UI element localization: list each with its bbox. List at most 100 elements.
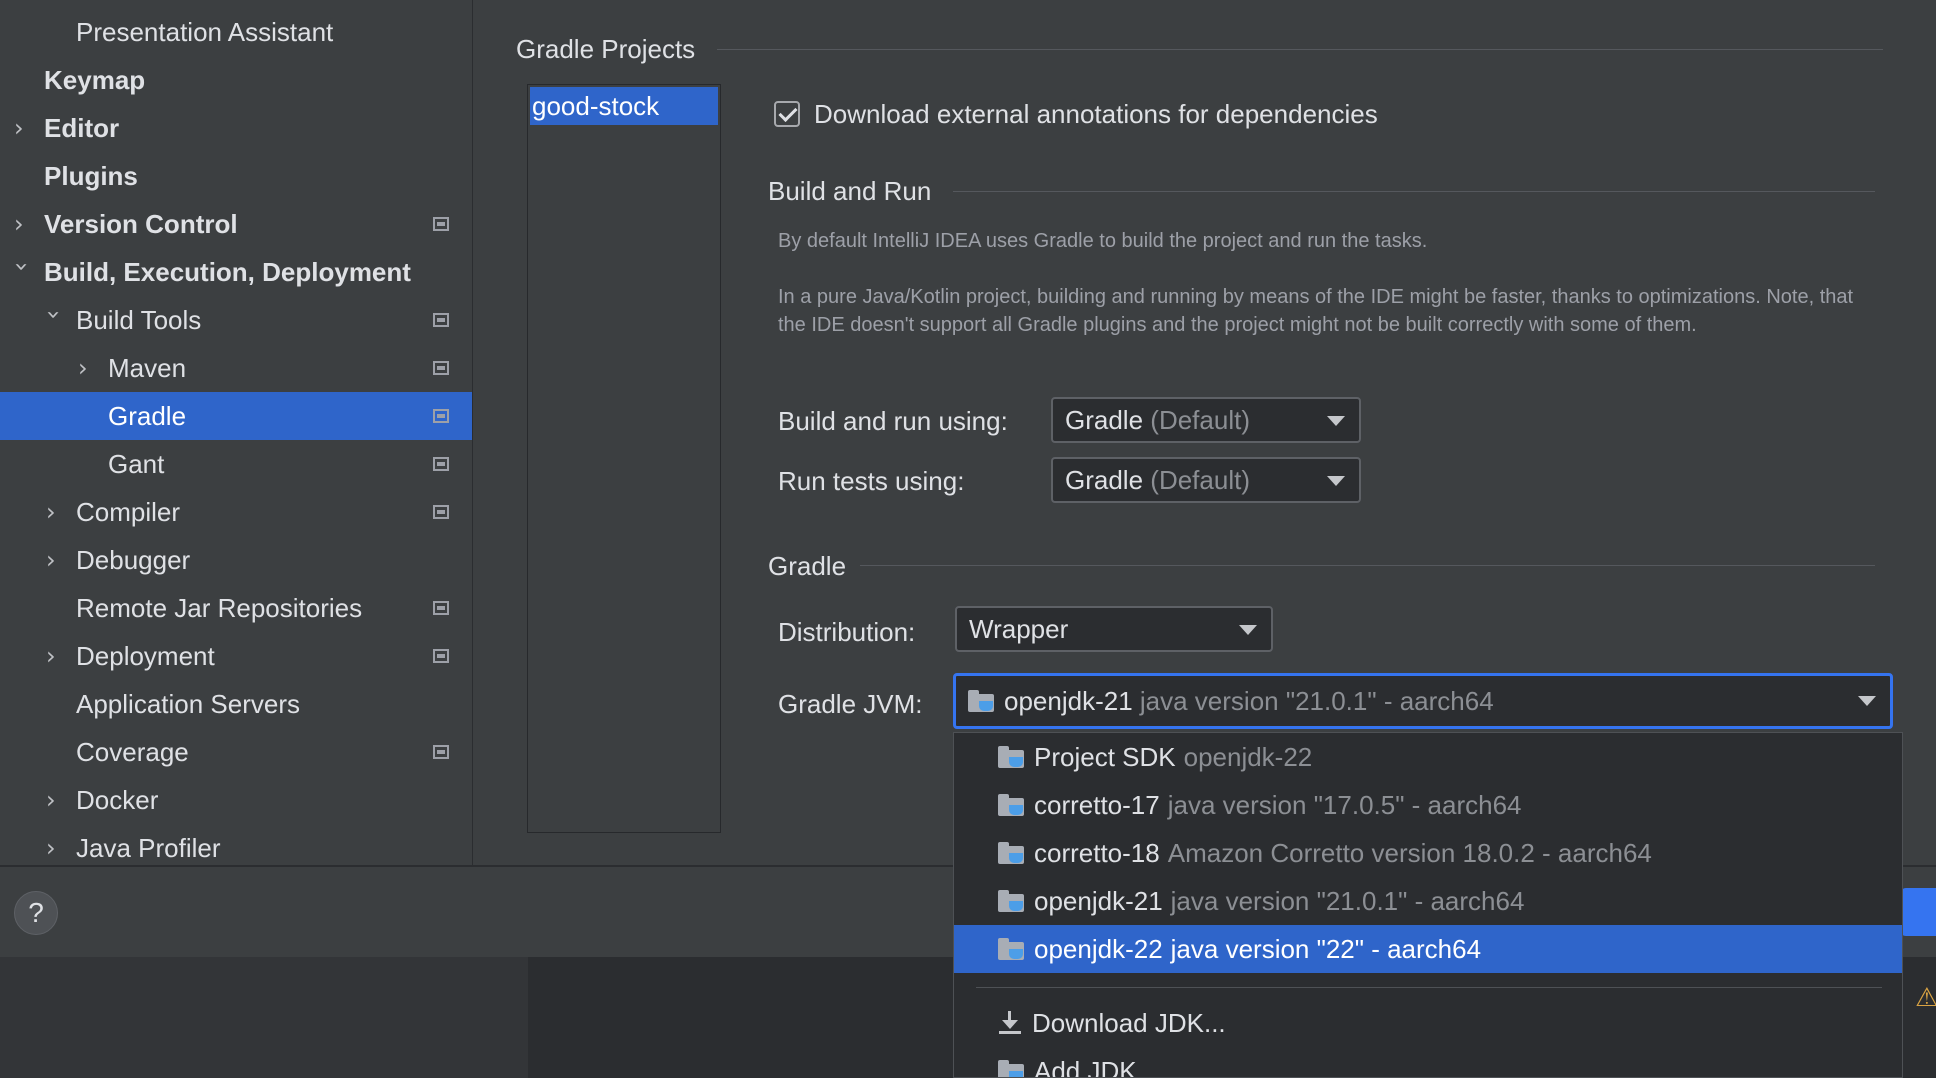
jvm-option-name: corretto-18 bbox=[1034, 837, 1160, 868]
jvm-option-corretto-17[interactable]: corretto-17 java version "17.0.5" - aarch… bbox=[954, 781, 1902, 829]
run-tests-using-suffix: (Default) bbox=[1150, 464, 1250, 495]
sidebar-item-label: Application Servers bbox=[76, 688, 300, 719]
jvm-option-detail: java version "21.0.1" - aarch64 bbox=[1170, 885, 1525, 916]
sidebar-item-label: Java Profiler bbox=[76, 832, 221, 863]
add-jdk-label: Add JDK... bbox=[1034, 1055, 1159, 1078]
project-scope-icon bbox=[433, 505, 449, 519]
chevron-down-icon[interactable]: › bbox=[40, 310, 68, 330]
sidebar-item-docker[interactable]: › Docker bbox=[0, 776, 472, 824]
jdk-folder-icon bbox=[998, 890, 1026, 912]
project-scope-icon bbox=[433, 649, 449, 663]
project-scope-icon bbox=[433, 313, 449, 327]
chevron-right-icon[interactable]: › bbox=[14, 116, 34, 140]
sidebar-item-presentation-assistant[interactable]: Presentation Assistant bbox=[0, 8, 472, 56]
sidebar-item-label: Build Tools bbox=[76, 304, 202, 335]
run-tests-using-select[interactable]: Gradle (Default) bbox=[1051, 457, 1361, 503]
jvm-option-openjdk-22[interactable]: openjdk-22 java version "22" - aarch64 bbox=[954, 925, 1902, 973]
jvm-option-name: openjdk-22 bbox=[1034, 933, 1163, 964]
run-tests-using-label: Run tests using: bbox=[778, 466, 965, 496]
sidebar-item-label: Version Control bbox=[44, 208, 238, 239]
sidebar-item-label: Keymap bbox=[44, 64, 146, 95]
jdk-folder-icon bbox=[968, 690, 996, 712]
project-scope-icon bbox=[433, 601, 449, 615]
gradle-projects-list[interactable]: good-stock bbox=[527, 84, 721, 833]
sidebar-item-label: Remote Jar Repositories bbox=[76, 592, 363, 623]
add-jdk-option[interactable]: Add JDK... bbox=[954, 1047, 1902, 1078]
warning-icon[interactable]: ⚠ bbox=[1915, 983, 1936, 1013]
chevron-right-icon[interactable]: › bbox=[46, 836, 66, 860]
sidebar-item-java-profiler[interactable]: › Java Profiler bbox=[0, 824, 472, 865]
sidebar-item-label: Editor bbox=[44, 112, 120, 143]
build-run-using-select[interactable]: Gradle (Default) bbox=[1051, 397, 1361, 443]
jvm-option-project-sdk[interactable]: Project SDK openjdk-22 bbox=[954, 733, 1902, 781]
sidebar-item-build-tools[interactable]: › Build Tools bbox=[0, 296, 472, 344]
build-run-using-label: Build and run using: bbox=[778, 406, 1008, 436]
sidebar-item-version-control[interactable]: › Version Control bbox=[0, 200, 472, 248]
jvm-option-detail: java version "22" - aarch64 bbox=[1170, 933, 1482, 964]
sidebar-item-build-execution-deployment[interactable]: › Build, Execution, Deployment bbox=[0, 248, 472, 296]
build-and-run-hint-1: By default IntelliJ IDEA uses Gradle to … bbox=[778, 230, 1428, 252]
jvm-option-name: openjdk-21 bbox=[1034, 885, 1163, 916]
sidebar-item-debugger[interactable]: › Debugger bbox=[0, 536, 472, 584]
distribution-select[interactable]: Wrapper bbox=[955, 606, 1273, 652]
dropdown-arrow-icon bbox=[1327, 476, 1345, 486]
distribution-label: Distribution: bbox=[778, 617, 916, 647]
download-annotations-label[interactable]: Download external annotations for depend… bbox=[814, 99, 1378, 130]
jdk-folder-icon bbox=[998, 938, 1026, 960]
project-scope-icon bbox=[433, 745, 449, 759]
jvm-option-openjdk-21[interactable]: openjdk-21 java version "21.0.1" - aarch6… bbox=[954, 877, 1902, 925]
jdk-folder-icon bbox=[998, 746, 1026, 768]
sidebar-item-editor[interactable]: › Editor bbox=[0, 104, 472, 152]
sidebar-item-label: Gant bbox=[108, 448, 165, 479]
build-run-using-suffix: (Default) bbox=[1150, 404, 1250, 435]
sidebar-item-keymap[interactable]: Keymap bbox=[0, 56, 472, 104]
chevron-right-icon[interactable]: › bbox=[78, 356, 98, 380]
gradle-jvm-label: Gradle JVM: bbox=[778, 689, 923, 719]
popup-separator bbox=[976, 987, 1882, 988]
settings-sidebar: Presentation Assistant Keymap › Editor P… bbox=[0, 0, 473, 865]
sidebar-item-plugins[interactable]: Plugins bbox=[0, 152, 472, 200]
sidebar-item-label: Maven bbox=[108, 352, 187, 383]
section-separator bbox=[860, 565, 1875, 566]
help-button[interactable]: ? bbox=[14, 891, 58, 935]
jdk-folder-icon bbox=[998, 1060, 1026, 1077]
jvm-option-corretto-18[interactable]: corretto-18 Amazon Corretto version 18.0.… bbox=[954, 829, 1902, 877]
sidebar-item-label: Compiler bbox=[76, 496, 181, 527]
chevron-right-icon[interactable]: › bbox=[14, 212, 34, 236]
download-annotations-checkbox[interactable] bbox=[774, 101, 800, 127]
chevron-right-icon[interactable]: › bbox=[46, 500, 66, 524]
sidebar-item-gant[interactable]: Gant bbox=[0, 440, 472, 488]
sidebar-item-label: Gradle bbox=[108, 400, 187, 431]
sidebar-item-compiler[interactable]: › Compiler bbox=[0, 488, 472, 536]
gradle-jvm-detail: java version "21.0.1" - aarch64 bbox=[1139, 685, 1494, 716]
gradle-projects-title: Gradle Projects bbox=[516, 34, 696, 64]
download-jdk-label: Download JDK... bbox=[1032, 1007, 1226, 1038]
gradle-jvm-select[interactable]: openjdk-21 java version "21.0.1" - aarch… bbox=[953, 673, 1893, 729]
project-scope-icon bbox=[433, 409, 449, 423]
ok-button[interactable] bbox=[1900, 888, 1936, 936]
ide-background-left bbox=[0, 957, 528, 1078]
project-scope-icon bbox=[433, 457, 449, 471]
chevron-right-icon[interactable]: › bbox=[46, 788, 66, 812]
sidebar-item-deployment[interactable]: › Deployment bbox=[0, 632, 472, 680]
gradle-jvm-name: openjdk-21 bbox=[1004, 685, 1133, 716]
chevron-down-icon[interactable]: › bbox=[8, 262, 36, 282]
distribution-value: Wrapper bbox=[969, 613, 1069, 644]
sidebar-item-coverage[interactable]: Coverage bbox=[0, 728, 472, 776]
chevron-right-icon[interactable]: › bbox=[46, 644, 66, 668]
jvm-option-name: corretto-17 bbox=[1034, 789, 1160, 820]
build-and-run-title: Build and Run bbox=[768, 176, 932, 206]
sidebar-item-remote-jar-repositories[interactable]: Remote Jar Repositories bbox=[0, 584, 472, 632]
jvm-option-detail: java version "17.0.5" - aarch64 bbox=[1167, 789, 1522, 820]
sidebar-item-gradle[interactable]: Gradle bbox=[0, 392, 472, 440]
project-list-item[interactable]: good-stock bbox=[530, 87, 718, 125]
sidebar-item-application-servers[interactable]: Application Servers bbox=[0, 680, 472, 728]
sidebar-item-maven[interactable]: › Maven bbox=[0, 344, 472, 392]
jvm-option-detail: openjdk-22 bbox=[1183, 741, 1313, 772]
download-jdk-option[interactable]: Download JDK... bbox=[954, 999, 1902, 1047]
project-scope-icon bbox=[433, 361, 449, 375]
gradle-section-title: Gradle bbox=[768, 551, 847, 581]
chevron-right-icon[interactable]: › bbox=[46, 548, 66, 572]
project-scope-icon bbox=[433, 217, 449, 231]
sidebar-item-label: Docker bbox=[76, 784, 159, 815]
